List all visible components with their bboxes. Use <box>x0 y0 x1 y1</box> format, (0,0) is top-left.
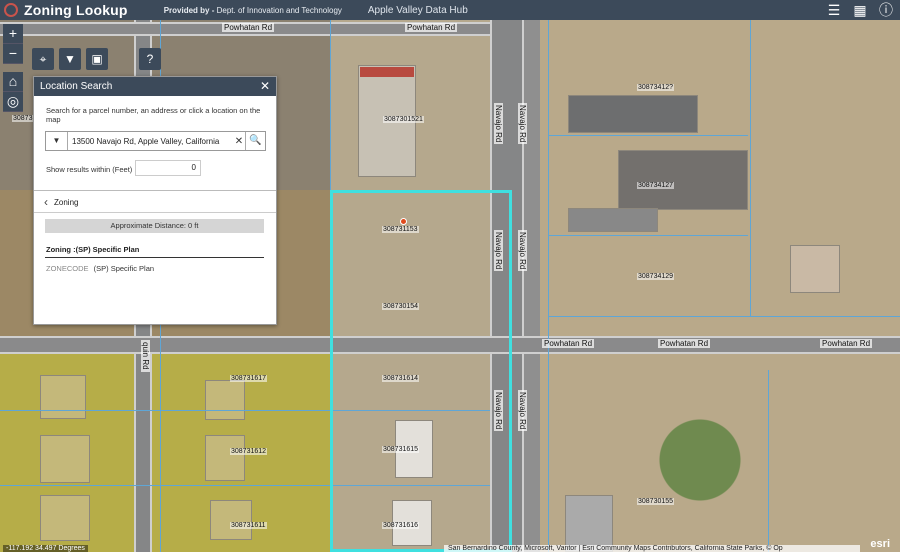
within-distance-input[interactable]: 0 <box>135 160 201 176</box>
building <box>568 208 658 232</box>
app-logo <box>4 3 18 17</box>
locate-icon[interactable]: ◎ <box>3 92 23 112</box>
road-label-navajo: Navajo Rd <box>494 230 503 272</box>
road-label-powhatan: Powhatan Rd <box>542 339 595 348</box>
parcel-label: 308730154 <box>382 303 420 310</box>
road-label-powhatan: Powhatan Rd <box>405 23 458 32</box>
building <box>210 500 252 540</box>
panel-title-bar: Location Search ✕ <box>34 77 276 96</box>
road-label-navajo: Navajo Rd <box>518 390 527 432</box>
divider <box>34 212 276 213</box>
close-icon[interactable]: ✕ <box>260 79 270 93</box>
info-icon[interactable]: ⓘ <box>878 2 894 18</box>
zoom-controls: + − ⌂ ◎ <box>3 24 23 112</box>
parcel-line <box>548 135 748 136</box>
search-box: ▼ 13500 Navajo Rd, Apple Valley, Califor… <box>45 131 266 151</box>
search-input[interactable]: 13500 Navajo Rd, Apple Valley, Californi… <box>68 137 233 146</box>
chevron-left-icon: ‹ <box>44 195 48 209</box>
help-icon[interactable]: ? <box>139 48 161 70</box>
parcel-line <box>750 20 751 316</box>
map-coordinates: -117.192 34.497 Degrees <box>3 545 88 552</box>
widget-toolbar: ⌖ ▼ ▣ ? <box>32 48 161 70</box>
road-label-navajo: Navajo Rd <box>518 230 527 272</box>
location-search-icon[interactable]: ⌖ <box>32 48 54 70</box>
print-icon[interactable]: ▣ <box>86 48 108 70</box>
esri-logo: esri <box>870 538 890 550</box>
building <box>565 495 613 552</box>
list-icon[interactable]: ☰ <box>826 2 842 18</box>
parcel-label: 308731616 <box>382 522 420 529</box>
distance-bar: Approximate Distance: 0 ft <box>45 219 264 233</box>
parcel-label: 308731615 <box>382 446 420 453</box>
parcel-label: 3087301521 <box>383 116 424 123</box>
road-label-powhatan: Powhatan Rd <box>222 23 275 32</box>
road-label-quin: quin Rd <box>141 340 150 372</box>
zoning-heading: Zoning :(SP) Specific Plan <box>46 245 140 254</box>
location-pin-icon <box>400 218 407 225</box>
building <box>205 380 245 420</box>
divider <box>45 257 264 258</box>
parcel-label: 308734127 <box>637 182 675 189</box>
provided-by: Provided by - Dept. of Innovation and Te… <box>164 6 342 15</box>
chevron-down-icon[interactable]: ▼ <box>46 132 68 150</box>
parcel-label: 308731614 <box>382 375 420 382</box>
selected-parcel-outline <box>330 190 512 552</box>
provided-org: Dept. of Innovation and Technology <box>216 5 342 15</box>
back-button[interactable]: ‹ Zoning <box>44 195 78 209</box>
building <box>568 95 698 133</box>
building <box>40 495 90 541</box>
clear-icon[interactable]: ✕ <box>233 136 245 147</box>
road-label-navajo: Navajo Rd <box>494 103 503 145</box>
parcel-label: 308731153 <box>382 226 419 233</box>
parcel-label: 308731611 <box>230 522 267 529</box>
filter-icon[interactable]: ▼ <box>59 48 81 70</box>
panel-title: Location Search <box>40 81 113 92</box>
parcel-label: 30873412? <box>637 84 675 91</box>
search-icon[interactable]: 🔍 <box>245 132 265 150</box>
road-label-navajo: Navajo Rd <box>494 390 503 432</box>
divider <box>34 190 276 191</box>
zonecode-key: ZONECODE <box>46 264 89 273</box>
map-attribution: San Bernardino County, Microsoft, Vantor… <box>444 545 860 552</box>
location-search-panel: Location Search ✕ Search for a parcel nu… <box>33 76 277 325</box>
zoom-out-button[interactable]: − <box>3 44 23 64</box>
parcel-label: 308730155 <box>637 498 675 505</box>
data-hub-link[interactable]: Apple Valley Data Hub <box>368 5 468 16</box>
provided-prefix: Provided by - <box>163 5 215 15</box>
parcel-label: 308731612 <box>230 448 268 455</box>
home-icon[interactable]: ⌂ <box>3 72 23 92</box>
zonecode-value: (SP) Specific Plan <box>93 264 155 273</box>
building <box>790 245 840 293</box>
building <box>40 375 86 419</box>
road-label-powhatan: Powhatan Rd <box>820 339 873 348</box>
building <box>40 435 90 483</box>
parcel-line <box>548 20 549 552</box>
parcel-line <box>768 370 769 552</box>
back-label: Zoning <box>54 197 79 207</box>
parcel-line <box>548 235 748 236</box>
within-label: Show results within (Feet) <box>46 165 133 174</box>
grid-icon[interactable]: ▦ <box>852 2 868 18</box>
road-label-powhatan: Powhatan Rd <box>658 339 711 348</box>
building-roof <box>360 67 414 77</box>
parcel-label: 308734129 <box>637 273 675 280</box>
zoom-in-button[interactable]: + <box>3 24 23 44</box>
app-header: Zoning Lookup Provided by - Dept. of Inn… <box>0 0 900 20</box>
parcel-label: 308731617 <box>230 375 268 382</box>
parcel-line <box>548 316 900 317</box>
panel-description: Search for a parcel number, an address o… <box>46 106 261 124</box>
building <box>205 435 245 481</box>
building <box>618 150 748 210</box>
zonecode-row: ZONECODE (SP) Specific Plan <box>46 264 154 273</box>
app-title: Zoning Lookup <box>24 2 128 18</box>
road-label-navajo: Navajo Rd <box>518 103 527 145</box>
